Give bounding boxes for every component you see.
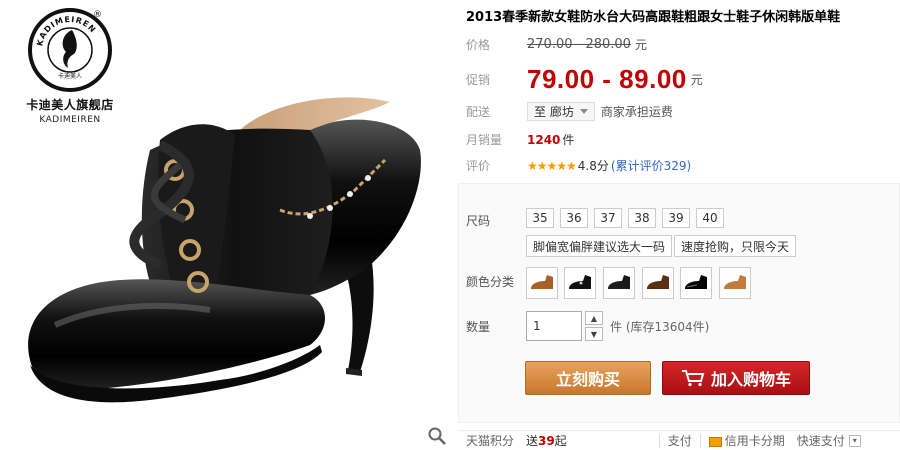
shoe-thumbnail-icon <box>724 275 746 289</box>
cart-icon <box>681 370 705 387</box>
registered-mark: ® <box>93 10 102 20</box>
promo-label: 促销 <box>466 73 491 87</box>
monthly-sales-row: 月销量 1240 件 <box>466 131 574 148</box>
size-label: 尺码 <box>466 214 491 228</box>
shipping-row: 配送 至 廊坊 商家承担运费 <box>466 102 673 121</box>
price-label: 价格 <box>466 38 491 52</box>
shoe-thumbnail-icon <box>608 275 630 289</box>
rating-stars: ★★★★★ <box>527 158 577 173</box>
color-swatch-black-patent[interactable] <box>680 267 712 299</box>
add-to-cart-label: 加入购物车 <box>710 370 791 389</box>
rating-score: 4.8分 <box>577 159 609 173</box>
points-value: 39 <box>538 434 555 448</box>
original-price: 270.00 - 280.00 <box>527 37 631 52</box>
credit-card-installment-label: 信用卡分期 <box>724 434 785 448</box>
size-option-36[interactable]: 36 <box>560 208 588 228</box>
divider <box>699 433 701 448</box>
price-row: 价格 270.00 - 280.00 元 <box>466 36 647 53</box>
price-unit: 元 <box>634 38 647 52</box>
points-prefix: 送 <box>526 434 539 448</box>
reviews-link[interactable]: (累计评价329) <box>611 157 691 174</box>
size-option-38[interactable]: 38 <box>628 208 656 228</box>
buy-now-button[interactable]: 立刻购买 <box>525 361 651 395</box>
color-swatch-tan[interactable] <box>719 267 751 299</box>
shoe-thumbnail-icon <box>685 275 707 289</box>
points-label: 天猫积分 <box>466 434 515 448</box>
logo-ring-cn: 卡迪美人 <box>58 72 82 80</box>
chevron-down-icon: ▼ <box>590 329 598 339</box>
credit-card-installment[interactable]: 信用卡分期 <box>708 432 785 449</box>
shoe-thumbnail-icon <box>531 275 553 289</box>
color-swatch-dark-brown[interactable] <box>642 267 674 299</box>
zoom-icon[interactable] <box>427 426 447 446</box>
color-swatch-black-lace[interactable] <box>564 267 596 299</box>
add-to-cart-button[interactable]: 加入购物车 <box>662 361 810 395</box>
shipping-destination: 至 廊坊 <box>534 105 574 119</box>
product-gallery: KADIMEIREN 卡迪美人 ® 卡迪美人旗舰店 KADIMEIREN <box>0 0 455 450</box>
quantity-input[interactable]: 1 <box>526 311 582 341</box>
size-tip-flash-sale[interactable]: 速度抢购，只限今天 <box>674 235 797 257</box>
quantity-increase-button[interactable]: ▲ <box>585 311 603 325</box>
promo-price: 79.00 - 89.00 <box>527 64 687 94</box>
chevron-down-icon <box>579 109 588 114</box>
shipping-note: 商家承担运费 <box>600 105 673 119</box>
brand-logo-seal: KADIMEIREN 卡迪美人 ® <box>28 8 112 92</box>
monthly-sales-unit: 件 <box>562 133 575 147</box>
service-strip: 天猫积分 送39起 支付 信用卡分期 快速支付 ▾ <box>458 430 900 450</box>
size-tip-wide-feet[interactable]: 脚偏宽偏胖建议选大一码 <box>526 235 673 257</box>
points-suffix: 起 <box>554 434 567 448</box>
shoe-thumbnail-icon <box>647 275 669 289</box>
quantity-label: 数量 <box>466 320 491 334</box>
color-swatch-black[interactable] <box>603 267 635 299</box>
color-swatch-brown[interactable] <box>526 267 558 299</box>
color-label: 颜色分类 <box>466 275 515 289</box>
monthly-sales-label: 月销量 <box>466 133 503 147</box>
chevron-up-icon: ▲ <box>590 313 598 323</box>
shoe-thumbnail-icon <box>569 275 591 289</box>
rating-row: 评价 ★★★★★ 4.8分 (累计评价329) <box>466 157 691 174</box>
product-image-shoe[interactable] <box>10 90 430 420</box>
shipping-label: 配送 <box>466 105 491 119</box>
shipping-destination-select[interactable]: 至 廊坊 <box>527 102 595 121</box>
credit-card-icon <box>708 436 722 447</box>
size-option-35[interactable]: 35 <box>526 208 554 228</box>
stock-info: 件 (库存13604件) <box>610 320 710 334</box>
points-info: 送39起 <box>526 432 567 449</box>
rating-label: 评价 <box>466 159 491 173</box>
chevron-down-icon[interactable]: ▾ <box>848 434 861 447</box>
monthly-sales-value: 1240 <box>527 132 561 147</box>
size-option-37[interactable]: 37 <box>594 208 622 228</box>
quick-pay[interactable]: 快速支付 <box>797 432 845 449</box>
size-option-39[interactable]: 39 <box>662 208 690 228</box>
divider <box>658 433 660 448</box>
pay-label: 支付 <box>667 434 692 448</box>
product-title: 2013春季新款女鞋防水台大码高跟鞋粗跟女士鞋子休闲韩版单鞋 <box>466 10 841 25</box>
promo-row: 促销 79.00 - 89.00 元 <box>466 64 703 95</box>
promo-unit: 元 <box>690 73 703 87</box>
size-option-40[interactable]: 40 <box>696 208 724 228</box>
quantity-decrease-button[interactable]: ▼ <box>585 327 603 341</box>
